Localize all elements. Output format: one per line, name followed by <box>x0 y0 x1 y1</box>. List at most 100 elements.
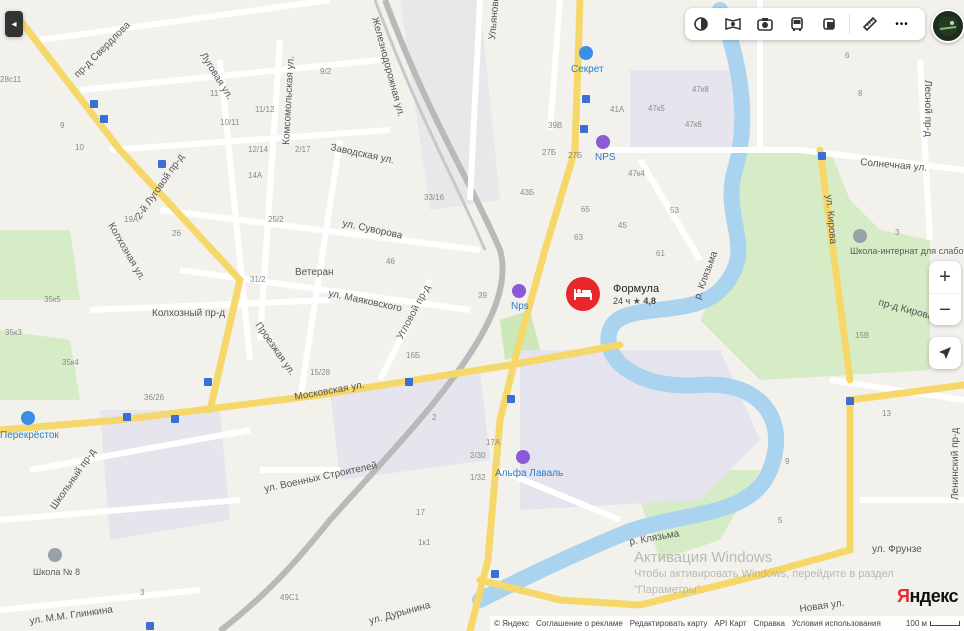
poi-label: Секрет <box>571 64 604 75</box>
bus-stop-icon <box>507 395 515 403</box>
park-area <box>0 230 80 300</box>
house-number: 39В <box>548 121 562 130</box>
bus-stop-icon <box>123 413 131 421</box>
house-number: 11 <box>210 89 219 98</box>
transport-button[interactable] <box>781 8 813 40</box>
poi-label: Перекрёсток <box>0 430 59 441</box>
zoom-out-button[interactable]: − <box>929 293 961 326</box>
street-label: Колхозный пр-д <box>152 308 225 319</box>
house-number: 27Б <box>542 148 556 157</box>
fuel-icon <box>596 135 610 149</box>
house-number: 35к5 <box>44 295 61 304</box>
layers-icon <box>694 17 708 31</box>
house-number: 17A <box>486 438 501 447</box>
house-number: 8 <box>858 89 863 98</box>
district-label: Ветеран <box>295 267 334 278</box>
map-scale: 100 м <box>906 619 964 628</box>
house-number: 26 <box>172 229 181 238</box>
footer-link-edit-map[interactable]: Редактировать карту <box>630 619 708 628</box>
house-number: 19A <box>124 215 139 224</box>
place-meta: 24 ч ★ 4,8 <box>613 296 656 307</box>
house-number: 43Б <box>520 188 534 197</box>
map-toolbar: ••• <box>685 8 925 40</box>
traffic-icon <box>823 18 835 30</box>
bus-stop-icon <box>146 622 154 630</box>
ruler-button[interactable] <box>854 8 886 40</box>
camera-button[interactable] <box>749 8 781 40</box>
panorama-icon <box>725 18 741 30</box>
camera-icon <box>757 18 773 31</box>
house-number: 47к6 <box>685 120 702 129</box>
house-number: 3 <box>140 588 145 597</box>
house-number: 9 <box>60 121 65 130</box>
place-name: Формула <box>613 283 660 295</box>
logo-first-letter: Я <box>897 586 910 606</box>
star-icon: ★ <box>632 296 641 306</box>
more-icon: ••• <box>895 18 909 30</box>
bus-stop-icon <box>171 415 179 423</box>
factory-icon <box>516 450 530 464</box>
house-number: 5 <box>778 516 783 525</box>
shop-icon <box>21 411 35 425</box>
house-number: 15/28 <box>310 368 331 377</box>
zoom-in-button[interactable]: + <box>929 261 961 293</box>
house-number: 35к4 <box>62 358 79 367</box>
more-button[interactable]: ••• <box>886 8 918 40</box>
footer-link-terms[interactable]: Условия использования <box>792 619 881 628</box>
panorama-button[interactable] <box>717 8 749 40</box>
toolbar-divider <box>849 14 850 34</box>
navigation-arrow-icon <box>939 347 951 359</box>
house-number: 27Б <box>568 151 582 160</box>
footer-link-api[interactable]: API Карт <box>714 619 746 628</box>
place-rating: 4,8 <box>643 296 656 306</box>
house-number: 49С1 <box>280 593 300 602</box>
map-canvas[interactable]: пр-д Свердлова Луговая ул. 2-й Луговой п… <box>0 0 964 631</box>
user-avatar[interactable] <box>931 9 964 43</box>
footer-link-ad-agreement[interactable]: Соглашение о рекламе <box>536 619 623 628</box>
school-icon <box>853 229 867 243</box>
layers-button[interactable] <box>685 8 717 40</box>
bus-stop-icon <box>846 397 854 405</box>
traffic-button[interactable] <box>813 8 845 40</box>
locate-me-button[interactable] <box>929 337 961 369</box>
poi-label: Альфа Лаваль <box>495 467 563 479</box>
ruler-icon <box>862 16 878 32</box>
house-number: 41A <box>610 105 625 114</box>
poi-label: Nps <box>511 301 529 312</box>
house-number: 63 <box>574 233 583 242</box>
shop-icon <box>579 46 593 60</box>
bus-stop-icon <box>580 125 588 133</box>
bus-stop-icon <box>204 378 212 386</box>
house-number: 2/30 <box>470 451 486 460</box>
house-number: 12/14 <box>248 145 269 154</box>
house-number: 9/2 <box>320 67 332 76</box>
poi-label: Школа № 8 <box>33 567 80 577</box>
school-icon <box>48 548 62 562</box>
footer-link-help[interactable]: Справка <box>754 619 785 628</box>
house-number: 6 <box>845 51 850 60</box>
house-number: 2/17 <box>295 145 311 154</box>
transport-icon <box>791 17 803 31</box>
house-number: 11/12 <box>255 105 275 114</box>
bus-stop-icon <box>491 570 499 578</box>
industrial-zone <box>630 70 740 150</box>
house-number: 25/2 <box>268 215 284 224</box>
bus-stop-icon <box>582 95 590 103</box>
house-number: 13 <box>882 409 891 418</box>
house-number: 9 <box>785 457 790 466</box>
collapse-panel-button[interactable]: ◂ <box>5 11 23 37</box>
footer-copyright: © Яндекс <box>494 619 530 628</box>
house-number: 47к8 <box>692 85 709 94</box>
house-number: 10 <box>75 143 84 152</box>
house-number: 2 <box>432 413 437 422</box>
house-number: 14A <box>248 171 263 180</box>
watermark-text: Чтобы активировать Windows, перейдите в … <box>634 568 894 596</box>
windows-activation-watermark: Активация Windows Чтобы активировать Win… <box>634 549 934 598</box>
yandex-logo: Яндекс <box>897 586 959 607</box>
house-number: 31/2 <box>250 275 266 284</box>
poi-label: Школа-интернат для слабовидящих <box>850 246 964 256</box>
bus-stop-icon <box>100 115 108 123</box>
hotel-pin[interactable] <box>566 277 600 311</box>
house-number: 47к4 <box>628 169 645 178</box>
zoom-controls: + − <box>929 261 961 325</box>
